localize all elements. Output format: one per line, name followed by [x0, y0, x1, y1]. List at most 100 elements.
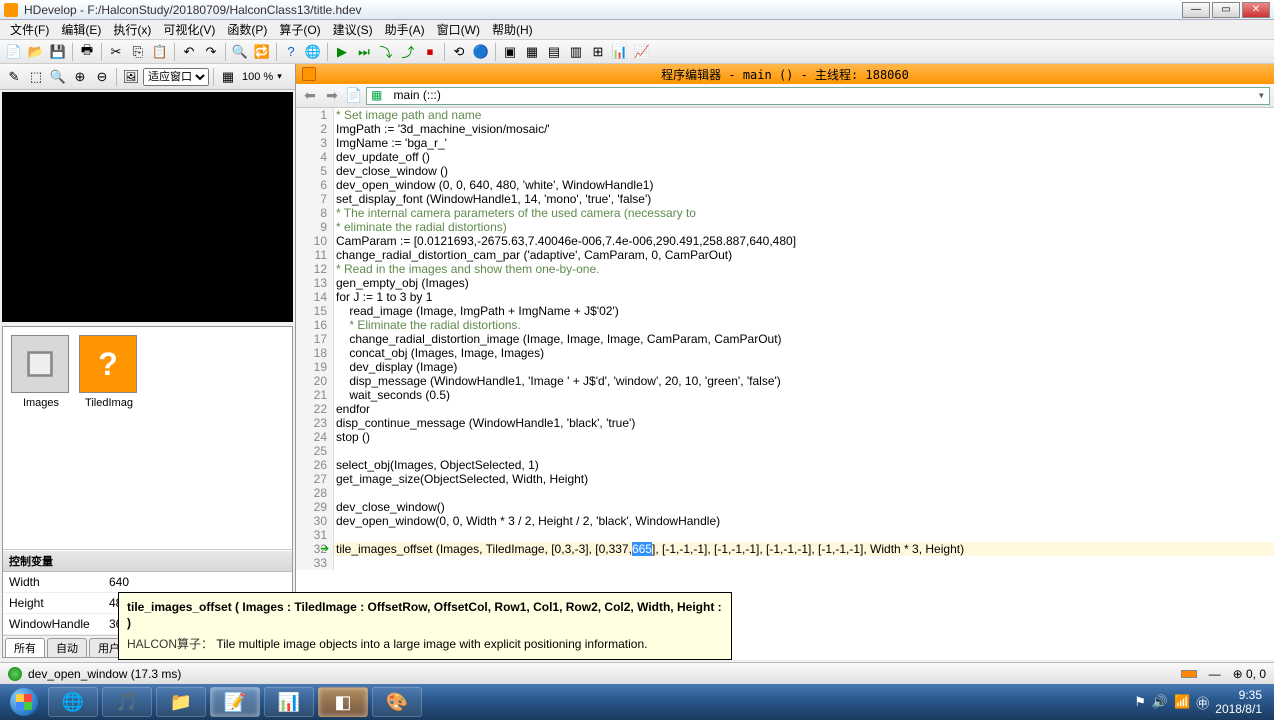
task-wps[interactable]: 📝: [210, 687, 260, 717]
code-line[interactable]: 28: [296, 486, 1274, 500]
zoom-in-icon[interactable]: ⊕: [70, 67, 90, 87]
window-btn-1[interactable]: ▣: [500, 42, 520, 62]
code-line[interactable]: 22endfor: [296, 402, 1274, 416]
task-ie[interactable]: 🌐: [48, 687, 98, 717]
menu-file[interactable]: 文件(F): [4, 21, 55, 38]
chart-btn-2[interactable]: 📈: [632, 42, 652, 62]
open-button[interactable]: 📂: [26, 42, 46, 62]
nav-back-button[interactable]: ⬅: [300, 86, 320, 106]
taskbar-clock[interactable]: 9:35 2018/8/1: [1215, 688, 1262, 717]
menu-visualize[interactable]: 可视化(V): [157, 21, 221, 38]
status-slider[interactable]: —: [1209, 667, 1221, 681]
start-button[interactable]: [4, 686, 44, 718]
stop-button[interactable]: ⏹: [420, 42, 440, 62]
ctrl-tab-all[interactable]: 所有: [5, 638, 45, 657]
code-line[interactable]: 26select_obj(Images, ObjectSelected, 1): [296, 458, 1274, 472]
task-explorer[interactable]: 📁: [156, 687, 206, 717]
code-line[interactable]: 8* The internal camera parameters of the…: [296, 206, 1274, 220]
code-line[interactable]: 23disp_continue_message (WindowHandle1, …: [296, 416, 1274, 430]
copy-button[interactable]: ⎘: [128, 42, 148, 62]
code-line[interactable]: 5dev_close_window (): [296, 164, 1274, 178]
function-selector[interactable]: main (:::): [366, 87, 1270, 105]
code-line[interactable]: 27get_image_size(ObjectSelected, Width, …: [296, 472, 1274, 486]
code-line[interactable]: 18 concat_obj (Images, Image, Images): [296, 346, 1274, 360]
window-btn-5[interactable]: ⊞: [588, 42, 608, 62]
pointer-tool[interactable]: ✎: [4, 67, 24, 87]
graphics-window[interactable]: [2, 92, 293, 322]
find-button[interactable]: 🔍: [230, 42, 250, 62]
step-into-button[interactable]: ⤵: [376, 42, 396, 62]
code-line[interactable]: 11change_radial_distortion_cam_par ('ada…: [296, 248, 1274, 262]
task-media[interactable]: 🎵: [102, 687, 152, 717]
menu-functions[interactable]: 函数(P): [221, 21, 273, 38]
step-out-button[interactable]: ⤴: [398, 42, 418, 62]
undo-button[interactable]: ↶: [179, 42, 199, 62]
code-line[interactable]: 6dev_open_window (0, 0, 640, 480, 'white…: [296, 178, 1274, 192]
zoom-out-icon[interactable]: ⊖: [92, 67, 112, 87]
nav-up-button[interactable]: 📄: [344, 86, 364, 106]
ctrl-tab-auto[interactable]: 自动: [47, 638, 87, 657]
redo-button[interactable]: ↷: [201, 42, 221, 62]
code-line[interactable]: 24stop (): [296, 430, 1274, 444]
code-line[interactable]: 12* Read in the images and show them one…: [296, 262, 1274, 276]
code-line[interactable]: 3ImgName := 'bga_r_': [296, 136, 1274, 150]
code-line[interactable]: 16 * Eliminate the radial distortions.: [296, 318, 1274, 332]
code-line[interactable]: 13gen_empty_obj (Images): [296, 276, 1274, 290]
run-button[interactable]: ▶: [332, 42, 352, 62]
menu-operators[interactable]: 算子(O): [273, 21, 326, 38]
tray-ime-icon[interactable]: ㊥: [1196, 693, 1209, 712]
code-line[interactable]: 15 read_image (Image, ImgPath + ImgName …: [296, 304, 1274, 318]
tray-network-icon[interactable]: 📶: [1174, 694, 1190, 710]
new-button[interactable]: 📄: [4, 42, 24, 62]
menu-help[interactable]: 帮助(H): [486, 21, 539, 38]
code-line[interactable]: 17 change_radial_distortion_image (Image…: [296, 332, 1274, 346]
var-icon-tiledimage[interactable]: ? TiledImag: [79, 335, 139, 409]
save-button[interactable]: 💾: [48, 42, 68, 62]
code-line[interactable]: 19 dev_display (Image): [296, 360, 1274, 374]
code-line[interactable]: 7set_display_font (WindowHandle1, 14, 'm…: [296, 192, 1274, 206]
code-line[interactable]: 2ImgPath := '3d_machine_vision/mosaic/': [296, 122, 1274, 136]
task-paint[interactable]: 🎨: [372, 687, 422, 717]
code-line[interactable]: 33: [296, 556, 1274, 570]
code-line[interactable]: 31: [296, 528, 1274, 542]
code-line[interactable]: 30dev_open_window(0, 0, Width * 3 / 2, H…: [296, 514, 1274, 528]
print-button[interactable]: 🖶: [77, 42, 97, 62]
tray-sound-icon[interactable]: 🔊: [1152, 694, 1168, 710]
zoom-tool[interactable]: 🔍: [48, 67, 68, 87]
code-line[interactable]: 1* Set image path and name: [296, 108, 1274, 122]
replace-button[interactable]: 🔁: [252, 42, 272, 62]
var-icon-images[interactable]: Images: [11, 335, 71, 409]
code-line[interactable]: 29dev_close_window(): [296, 500, 1274, 514]
close-button[interactable]: ✕: [1242, 2, 1270, 18]
nav-forward-button[interactable]: ➡: [322, 86, 342, 106]
cut-button[interactable]: ✂: [106, 42, 126, 62]
select-tool[interactable]: ⬚: [26, 67, 46, 87]
code-line[interactable]: 25: [296, 444, 1274, 458]
paste-button[interactable]: 📋: [150, 42, 170, 62]
tray-flag-icon[interactable]: ⚑: [1134, 694, 1146, 710]
menu-window[interactable]: 窗口(W): [431, 21, 486, 38]
web-button[interactable]: 🌐: [303, 42, 323, 62]
task-hdevelop[interactable]: ◧: [318, 687, 368, 717]
code-line[interactable]: 10CamParam := [0.0121693,-2675.63,7.4004…: [296, 234, 1274, 248]
code-line[interactable]: 21 wait_seconds (0.5): [296, 388, 1274, 402]
menu-suggestions[interactable]: 建议(S): [327, 21, 379, 38]
minimize-button[interactable]: —: [1182, 2, 1210, 18]
image-tool[interactable]: 🖼: [121, 67, 141, 87]
system-tray[interactable]: ⚑ 🔊 📶 ㊥ 9:35 2018/8/1: [1134, 688, 1270, 717]
window-btn-4[interactable]: ▥: [566, 42, 586, 62]
reset-button[interactable]: ⟲: [449, 42, 469, 62]
ctrl-var-row[interactable]: Width 640: [3, 572, 292, 593]
menu-edit[interactable]: 编辑(E): [55, 21, 107, 38]
grid-icon[interactable]: ▦: [218, 67, 238, 87]
menu-assistants[interactable]: 助手(A): [379, 21, 431, 38]
code-line[interactable]: 9* eliminate the radial distortions): [296, 220, 1274, 234]
menu-execute[interactable]: 执行(x): [107, 21, 157, 38]
code-line[interactable]: 20 disp_message (WindowHandle1, 'Image '…: [296, 374, 1274, 388]
code-line[interactable]: 32tile_images_offset (Images, TiledImage…: [296, 542, 1274, 556]
step-over-button[interactable]: ⏭: [354, 42, 374, 62]
maximize-button[interactable]: ▭: [1212, 2, 1240, 18]
zoom-dropdown-icon[interactable]: ▾: [277, 71, 282, 82]
breakpoint-button[interactable]: 🔵: [471, 42, 491, 62]
window-btn-3[interactable]: ▤: [544, 42, 564, 62]
